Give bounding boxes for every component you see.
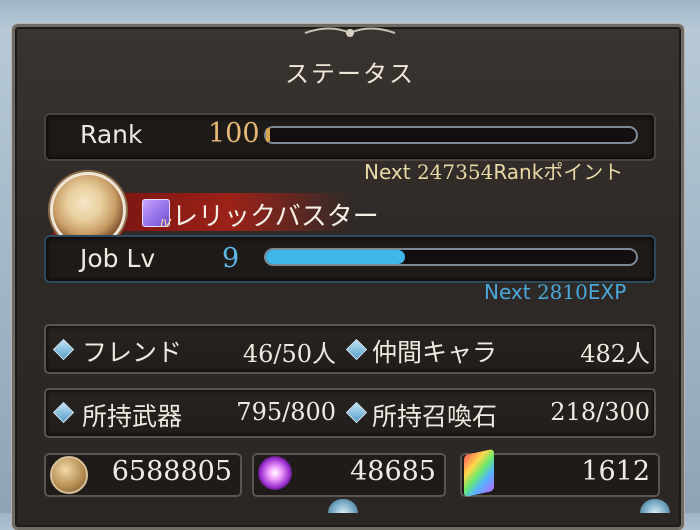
friend-value: 46/50人 — [242, 340, 336, 368]
rainbow-crystal-icon — [464, 448, 494, 498]
crystal-value: 48685 — [350, 456, 436, 487]
rank-progress-track — [264, 126, 638, 144]
friend-label: フレンド — [82, 338, 183, 367]
summons-label: 所持召喚石 — [372, 402, 498, 431]
rank-next: Next 247354Rankポイント — [364, 160, 624, 184]
crystal-orb-icon — [258, 456, 292, 490]
rainbow-value: 1612 — [581, 456, 650, 487]
job-name: レリックバスター — [172, 202, 379, 232]
ornament-icon — [304, 27, 396, 37]
summons-value: 218/300 — [550, 398, 650, 426]
job-label: Job Lv — [80, 244, 156, 273]
job-class-icon: IV — [142, 199, 171, 230]
party-chara-value: 482人 — [580, 340, 650, 368]
rupie-coin-icon — [50, 456, 88, 494]
job-progress-track — [264, 248, 638, 266]
job-next: Next 2810EXP — [484, 280, 627, 304]
rupie-value: 6588805 — [111, 456, 232, 487]
job-progress-fill — [266, 250, 405, 264]
job-value: 9 — [222, 243, 240, 274]
rank-label: Rank — [80, 120, 143, 149]
weapons-value: 795/800 — [236, 398, 336, 426]
rank-progress-fill — [266, 128, 270, 142]
rank-value: 100 — [208, 118, 260, 149]
party-chara-label: 仲間キャラ — [372, 338, 498, 367]
page-title: ステータス — [285, 60, 415, 88]
weapons-label: 所持武器 — [82, 402, 183, 431]
